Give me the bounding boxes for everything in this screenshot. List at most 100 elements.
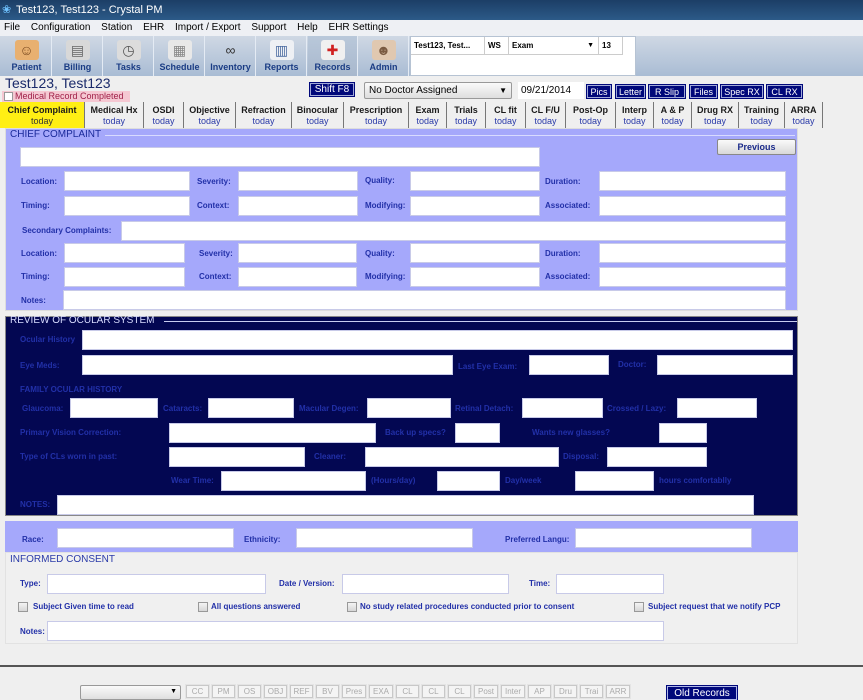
secondary-modifying-input[interactable] (410, 267, 540, 287)
toolbar-patient-button[interactable]: ☺ Patient (2, 36, 52, 76)
toolbar-records-button[interactable]: ✚ Records (308, 36, 358, 76)
race-input[interactable] (57, 528, 234, 548)
quick-nav-post-button[interactable]: Post (473, 684, 499, 699)
tab-cl-fit[interactable]: CL fit today (486, 102, 526, 128)
notify-pcp-checkbox[interactable] (634, 602, 644, 612)
subject-given-time-checkbox[interactable] (18, 602, 28, 612)
secondary-quality-input[interactable] (410, 243, 540, 263)
secondary-timing-input[interactable] (64, 267, 185, 287)
quality-input[interactable] (410, 171, 540, 191)
tab-refraction[interactable]: Refraction today (236, 102, 292, 128)
tab-trials[interactable]: Trials today (447, 102, 486, 128)
record-select[interactable]: ▼ (80, 685, 181, 700)
tab-objective[interactable]: Objective today (184, 102, 236, 128)
date-version-input[interactable] (342, 574, 509, 594)
quick-nav-trai-button[interactable]: Trai (579, 684, 604, 699)
secondary-location-input[interactable] (64, 243, 185, 263)
secondary-complaints-input[interactable] (121, 221, 786, 241)
medical-record-completed-checkbox[interactable]: Medical Record Completed (2, 91, 130, 102)
quick-nav-cl-button[interactable]: CL (447, 684, 472, 699)
previous-button[interactable]: Previous (717, 139, 796, 155)
quick-nav-pres-button[interactable]: Pres (341, 684, 367, 699)
quick-nav-exa-button[interactable]: EXA (368, 684, 394, 699)
exam-date-field[interactable]: 09/21/2014 (518, 82, 584, 99)
associated-input[interactable] (599, 196, 786, 216)
menu-file[interactable]: File (4, 20, 20, 36)
tab-chief-complaint[interactable]: Chief Complaint today (0, 102, 85, 128)
consent-type-input[interactable] (47, 574, 266, 594)
context-input[interactable] (238, 196, 358, 216)
tab-training[interactable]: Training today (739, 102, 785, 128)
tab-osdi[interactable]: OSDI today (144, 102, 184, 128)
cleaner-input[interactable] (365, 447, 559, 467)
wear-time-hours-input[interactable] (221, 471, 366, 491)
quick-nav-cl-button[interactable]: CL (395, 684, 420, 699)
tab-cl-fu[interactable]: CL F/U today (526, 102, 566, 128)
quick-nav-arr-button[interactable]: ARR (605, 684, 631, 699)
menu-station[interactable]: Station (101, 20, 132, 36)
toolbar-schedule-button[interactable]: ▦ Schedule (155, 36, 205, 76)
spec-rx-button[interactable]: Spec RX (720, 84, 764, 99)
location-input[interactable] (64, 171, 190, 191)
quick-nav-pm-button[interactable]: PM (211, 684, 236, 699)
quick-nav-obj-button[interactable]: OBJ (263, 684, 288, 699)
timing-input[interactable] (64, 196, 190, 216)
r-slip-button[interactable]: R Slip (648, 84, 686, 99)
toolbar-reports-button[interactable]: ▥ Reports (257, 36, 307, 76)
pics-button[interactable]: Pics (586, 84, 612, 99)
quick-nav-inter-button[interactable]: Inter (500, 684, 526, 699)
toolbar-billing-button[interactable]: ▤ Billing (53, 36, 103, 76)
primary-vision-correction-input[interactable] (169, 423, 376, 443)
menu-configuration[interactable]: Configuration (31, 20, 90, 36)
retinal-detach-input[interactable] (522, 398, 603, 418)
menu-help[interactable]: Help (297, 20, 318, 36)
visit-type-select[interactable]: Exam ▼ (509, 37, 599, 55)
tab-exam[interactable]: Exam today (409, 102, 447, 128)
tab-post-op[interactable]: Post-Op today (566, 102, 616, 128)
ros-notes-input[interactable] (57, 495, 754, 515)
crossed-lazy-input[interactable] (677, 398, 757, 418)
quick-nav-os-button[interactable]: OS (237, 684, 262, 699)
wants-new-glasses-input[interactable] (659, 423, 707, 443)
quick-nav-dru-button[interactable]: Dru (553, 684, 578, 699)
hours-comfortably-input[interactable] (575, 471, 654, 491)
cataracts-input[interactable] (208, 398, 294, 418)
tab-binocular[interactable]: Binocular today (292, 102, 344, 128)
quick-nav-cc-button[interactable]: CC (185, 684, 210, 699)
doctor-input[interactable] (657, 355, 793, 375)
patient-name-cell[interactable]: Test123, Test... (411, 37, 485, 55)
doctor-select[interactable]: No Doctor Assigned ▼ (364, 82, 512, 99)
toolbar-inventory-button[interactable]: ∞ Inventory (206, 36, 256, 76)
quick-nav-bv-button[interactable]: BV (315, 684, 340, 699)
ethnicity-input[interactable] (296, 528, 473, 548)
modifying-input[interactable] (410, 196, 540, 216)
menu-support[interactable]: Support (251, 20, 286, 36)
cl-rx-button[interactable]: CL RX (766, 84, 803, 99)
consent-notes-input[interactable] (47, 621, 664, 641)
letter-button[interactable]: Letter (615, 84, 646, 99)
quick-nav-cl-button[interactable]: CL (421, 684, 446, 699)
backup-specs-input[interactable] (455, 423, 500, 443)
consent-time-input[interactable] (556, 574, 664, 594)
files-button[interactable]: Files (689, 84, 718, 99)
checkbox[interactable] (4, 92, 13, 101)
menu-ehr[interactable]: EHR (143, 20, 164, 36)
eye-meds-input[interactable] (82, 355, 453, 375)
secondary-severity-input[interactable] (238, 243, 357, 263)
toolbar-tasks-button[interactable]: ◷ Tasks (104, 36, 154, 76)
tab-a-and-p[interactable]: A & Ptoday (654, 102, 692, 128)
menu-ehr-settings[interactable]: EHR Settings (329, 20, 389, 36)
toolbar-admin-button[interactable]: ☻ Admin (359, 36, 409, 76)
secondary-duration-input[interactable] (599, 243, 786, 263)
shift-f8-button[interactable]: Shift F8 (309, 82, 355, 97)
no-study-procedures-checkbox[interactable] (347, 602, 357, 612)
cl-type-input[interactable] (169, 447, 305, 467)
secondary-context-input[interactable] (238, 267, 357, 287)
duration-input[interactable] (599, 171, 786, 191)
last-eye-exam-input[interactable] (529, 355, 609, 375)
ocular-history-input[interactable] (82, 330, 793, 350)
wear-time-days-input[interactable] (437, 471, 500, 491)
tab-interp[interactable]: Interp today (616, 102, 654, 128)
quick-nav-ref-button[interactable]: REF (289, 684, 314, 699)
tab-prescription[interactable]: Prescription today (344, 102, 409, 128)
